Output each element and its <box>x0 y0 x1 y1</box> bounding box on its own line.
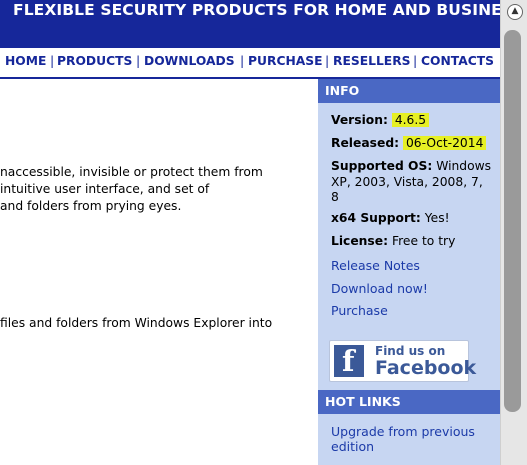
description-line: files and folders from Windows Explorer … <box>0 316 273 330</box>
facebook-button[interactable]: f Find us on Facebook <box>329 340 476 382</box>
release-notes-link[interactable]: Release Notes <box>331 258 420 273</box>
nav-home-link[interactable]: HOME <box>5 54 46 68</box>
facebook-name-text: Facebook <box>375 357 477 379</box>
nav-purchase-link[interactable]: PURCHASE <box>248 54 323 68</box>
supported-os-row: Supported OS: Windows <box>331 159 491 173</box>
released-label: Released: <box>331 136 400 150</box>
supported-os-value: 8 <box>331 190 339 204</box>
supported-os-label: Supported OS: <box>331 159 433 173</box>
description-line: intuitive user interface, and set of <box>0 182 210 196</box>
x64-value: Yes! <box>424 211 450 225</box>
description-line: and folders from prying eyes. <box>0 199 182 213</box>
supported-os-value: Windows <box>436 159 492 173</box>
main-navigation: HOME | PRODUCTS | DOWNLOADS | PURCHASE |… <box>0 48 500 79</box>
released-row: Released: 06-Oct-2014 <box>331 136 487 150</box>
nav-downloads-link[interactable]: DOWNLOADS <box>144 54 235 68</box>
version-label: Version: <box>331 113 388 127</box>
download-now-link[interactable]: Download now! <box>331 281 428 296</box>
version-row: Version: 4.6.5 <box>331 113 430 127</box>
nav-separator: | <box>50 53 55 68</box>
nav-separator: | <box>240 53 245 68</box>
hot-links-heading: HOT LINKS <box>318 390 500 414</box>
x64-label: x64 Support: <box>331 211 421 225</box>
x64-row: x64 Support: Yes! <box>331 211 450 225</box>
banner-title: FLEXIBLE SECURITY PRODUCTS FOR HOME AND … <box>13 1 524 19</box>
info-heading: INFO <box>318 79 500 103</box>
nav-resellers-link[interactable]: RESELLERS <box>333 54 411 68</box>
supported-os-value: XP, 2003, Vista, 2008, 7, <box>331 175 483 189</box>
released-value: 06-Oct-2014 <box>402 136 487 150</box>
info-sidebar: INFO Version: 4.6.5 Released: 06-Oct-201… <box>318 79 500 465</box>
facebook-icon: f <box>334 344 364 378</box>
nav-contacts-link[interactable]: CONTACTS <box>421 54 494 68</box>
nav-separator: | <box>325 53 330 68</box>
scroll-thumb[interactable] <box>504 30 521 412</box>
nav-products-link[interactable]: PRODUCTS <box>57 54 132 68</box>
vertical-scrollbar[interactable]: ▲ <box>500 0 527 465</box>
license-value: Free to try <box>391 234 456 248</box>
site-banner: FLEXIBLE SECURITY PRODUCTS FOR HOME AND … <box>0 0 524 48</box>
nav-separator: | <box>136 53 141 68</box>
purchase-link[interactable]: Purchase <box>331 303 388 318</box>
version-value: 4.6.5 <box>391 113 430 127</box>
facebook-find-us-text: Find us on <box>375 344 446 358</box>
description-line: naccessible, invisible or protect them f… <box>0 165 263 179</box>
nav-separator: | <box>413 53 418 68</box>
upgrade-link[interactable]: Upgrade from previous <box>331 424 475 439</box>
license-label: License: <box>331 234 389 248</box>
upgrade-link[interactable]: edition <box>331 439 374 454</box>
scroll-up-icon[interactable]: ▲ <box>507 4 523 20</box>
license-row: License: Free to try <box>331 234 455 248</box>
